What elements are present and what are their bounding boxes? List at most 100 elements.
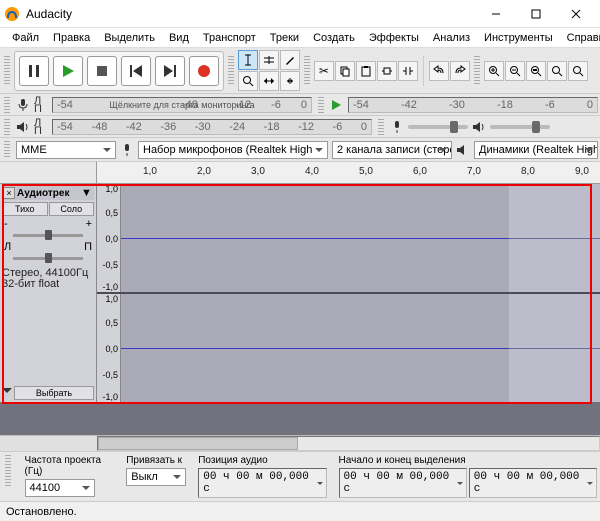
- vertical-scale[interactable]: 1,0 0,5 0,0 -0,5 -1,0: [97, 184, 121, 292]
- skip-start-button[interactable]: [121, 56, 151, 86]
- menu-tracks[interactable]: Треки: [264, 30, 305, 46]
- stop-button[interactable]: [87, 56, 117, 86]
- snap-combo[interactable]: Выкл: [126, 468, 186, 486]
- status-text: Остановлено.: [6, 506, 77, 518]
- skip-end-button[interactable]: [155, 56, 185, 86]
- collapse-button[interactable]: [2, 388, 12, 398]
- menu-file[interactable]: Файл: [6, 30, 45, 46]
- minimize-button[interactable]: [476, 0, 516, 28]
- track-control-panel[interactable]: × Аудиотрек ▼ Тихо Соло -+ ЛП Стерео, 44…: [0, 184, 97, 402]
- mute-button[interactable]: Тихо: [2, 202, 48, 216]
- audio-track: × Аудиотрек ▼ Тихо Соло -+ ЛП Стерео, 44…: [0, 184, 600, 402]
- record-button[interactable]: [189, 56, 219, 86]
- track-close-button[interactable]: ×: [3, 187, 15, 199]
- play-button[interactable]: [53, 56, 83, 86]
- speaker-slider-icon: [472, 120, 486, 134]
- speaker-device-icon: [456, 143, 470, 157]
- menubar: Файл Правка Выделить Вид Транспорт Треки…: [0, 28, 600, 48]
- toolbar-grip[interactable]: [474, 56, 480, 86]
- channel-left[interactable]: 1,0 0,5 0,0 -0,5 -1,0: [97, 184, 600, 294]
- record-channels-combo[interactable]: 2 канала записи (стерео: [332, 141, 452, 159]
- gain-slider[interactable]: [13, 234, 83, 237]
- menu-select[interactable]: Выделить: [98, 30, 161, 46]
- status-bar: Остановлено.: [0, 501, 600, 521]
- zoom-out-button[interactable]: [505, 61, 525, 81]
- timeline[interactable]: 1,0 2,0 3,0 4,0 5,0 6,0 7,0 8,0 9,0: [0, 162, 600, 184]
- playback-level-meter[interactable]: -54-48-42-36-30-24-18-12-60: [52, 119, 372, 135]
- pan-slider[interactable]: [13, 257, 83, 260]
- menu-edit[interactable]: Правка: [47, 30, 96, 46]
- speaker-icon: [16, 120, 30, 134]
- toolbar-grip[interactable]: [4, 97, 10, 113]
- mic-icon[interactable]: [16, 98, 30, 112]
- vertical-scale[interactable]: 1,0 0,5 0,0 -0,5 -1,0: [97, 294, 121, 402]
- empty-track-area[interactable]: [0, 402, 600, 435]
- toolbar-grip[interactable]: [4, 56, 10, 86]
- trim-button[interactable]: [377, 61, 397, 81]
- toolbar-grip[interactable]: [4, 141, 10, 159]
- toolbar-grip[interactable]: [5, 455, 11, 487]
- solo-button[interactable]: Соло: [49, 202, 95, 216]
- toolbar-grip[interactable]: [4, 119, 10, 135]
- selection-tool[interactable]: [238, 50, 258, 70]
- horizontal-scrollbar[interactable]: [0, 435, 600, 451]
- playback-device-combo[interactable]: Динамики (Realtek High Definiti: [474, 141, 598, 159]
- fit-selection-button[interactable]: [526, 61, 546, 81]
- menu-generate[interactable]: Создать: [307, 30, 361, 46]
- play-meter-icon: [330, 98, 344, 112]
- mic-slider-icon: [390, 120, 404, 134]
- menu-transport[interactable]: Транспорт: [197, 30, 262, 46]
- menu-analyze[interactable]: Анализ: [427, 30, 476, 46]
- envelope-tool[interactable]: [259, 50, 279, 70]
- project-rate-label: Частота проекта (Гц): [25, 455, 115, 477]
- snap-label: Привязать к: [126, 455, 186, 466]
- waveform-area[interactable]: 1,0 0,5 0,0 -0,5 -1,0 1,0 0,5 0,0 -0,: [97, 184, 600, 402]
- selection-toolbar: Частота проекта (Гц) 44100 Привязать к В…: [0, 451, 600, 501]
- timeline-ruler[interactable]: 1,0 2,0 3,0 4,0 5,0 6,0 7,0 8,0 9,0: [97, 162, 600, 183]
- audio-position-label: Позиция аудио: [198, 455, 326, 466]
- record-meter-hint: Щёлкните для старта мониторинга: [109, 100, 254, 110]
- selection-start-display[interactable]: 00 ч 00 м 00,000 с: [339, 468, 467, 498]
- cut-button[interactable]: ✂: [314, 61, 334, 81]
- record-device-combo[interactable]: Набор микрофонов (Realtek High: [138, 141, 328, 159]
- pause-button[interactable]: [19, 56, 49, 86]
- playback-meter[interactable]: -54-42-30-18-60: [348, 97, 598, 113]
- record-meter-row: ЛП -54-48 Щёлкните для старта мониторинг…: [0, 94, 600, 116]
- draw-tool[interactable]: [280, 50, 300, 70]
- timeshift-tool[interactable]: [259, 71, 279, 91]
- close-button[interactable]: [556, 0, 596, 28]
- undo-button[interactable]: [429, 61, 449, 81]
- playback-volume-slider[interactable]: [490, 125, 550, 129]
- audio-host-combo[interactable]: MME: [16, 141, 116, 159]
- maximize-button[interactable]: [516, 0, 556, 28]
- track-menu-button[interactable]: ▼: [81, 187, 93, 199]
- copy-button[interactable]: [335, 61, 355, 81]
- zoom-toggle-button[interactable]: [568, 61, 588, 81]
- zoom-tool[interactable]: [238, 71, 258, 91]
- toolbar-grip[interactable]: [304, 56, 310, 86]
- toolbar-grip[interactable]: [378, 119, 384, 135]
- meter-label-r: П: [34, 105, 48, 113]
- project-rate-combo[interactable]: 44100: [25, 479, 95, 497]
- toolbar-grip[interactable]: [228, 56, 234, 86]
- menu-view[interactable]: Вид: [163, 30, 195, 46]
- multi-tool[interactable]: [280, 71, 300, 91]
- zoom-in-button[interactable]: [484, 61, 504, 81]
- record-volume-slider[interactable]: [408, 125, 468, 129]
- track-select-button[interactable]: Выбрать: [14, 386, 94, 400]
- toolbar-grip[interactable]: [318, 97, 324, 113]
- audio-position-display[interactable]: 00 ч 00 м 00,000 с: [198, 468, 326, 498]
- menu-help[interactable]: Справка: [561, 30, 600, 46]
- channel-right[interactable]: 1,0 0,5 0,0 -0,5 -1,0: [97, 294, 600, 402]
- mic-device-icon: [120, 143, 134, 157]
- silence-button[interactable]: [398, 61, 418, 81]
- fit-project-button[interactable]: [547, 61, 567, 81]
- selection-label: Начало и конец выделения: [339, 455, 597, 466]
- redo-button[interactable]: [450, 61, 470, 81]
- record-meter[interactable]: -54-48 Щёлкните для старта мониторинга -…: [52, 97, 312, 113]
- menu-effects[interactable]: Эффекты: [363, 30, 425, 46]
- selection-end-display[interactable]: 00 ч 00 м 00,000 с: [469, 468, 597, 498]
- tracks-area: × Аудиотрек ▼ Тихо Соло -+ ЛП Стерео, 44…: [0, 184, 600, 435]
- paste-button[interactable]: [356, 61, 376, 81]
- menu-tools[interactable]: Инструменты: [478, 30, 559, 46]
